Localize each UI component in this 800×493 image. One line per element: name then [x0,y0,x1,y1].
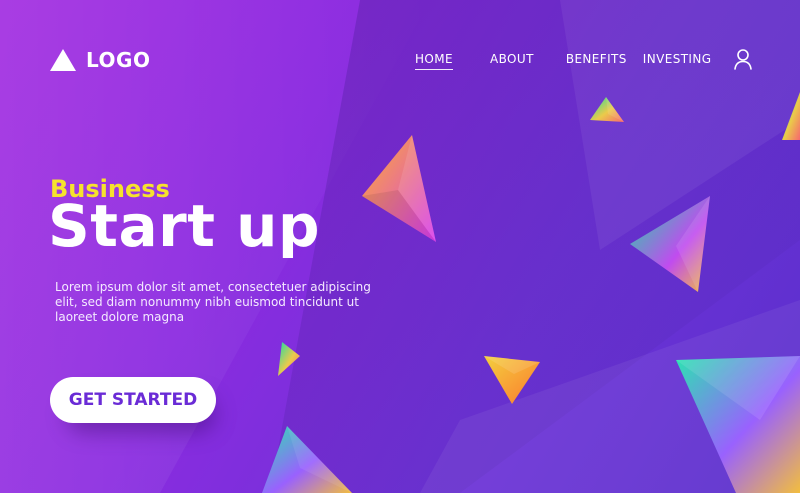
hero-body: Lorem ipsum dolor sit amet, consectetuer… [55,280,371,324]
logo-text: LOGO [86,48,151,72]
landing-page: LOGO HOME ABOUT BENEFITS INVESTING Busin… [0,0,800,493]
top-nav: HOME ABOUT BENEFITS INVESTING [415,52,712,70]
nav-about[interactable]: ABOUT [490,52,534,66]
nav-benefits[interactable]: BENEFITS [566,52,627,66]
header: LOGO HOME ABOUT BENEFITS INVESTING [0,0,800,120]
get-started-button[interactable]: GET STARTED [50,377,216,423]
get-started-button-wrap: GET STARTED [50,377,216,433]
user-icon[interactable] [733,48,753,70]
logo[interactable]: LOGO [50,48,150,72]
nav-investing[interactable]: INVESTING [643,52,712,66]
triangle-logo-icon [50,49,76,71]
hero-title: Start up [48,192,320,260]
nav-home[interactable]: HOME [415,52,454,70]
